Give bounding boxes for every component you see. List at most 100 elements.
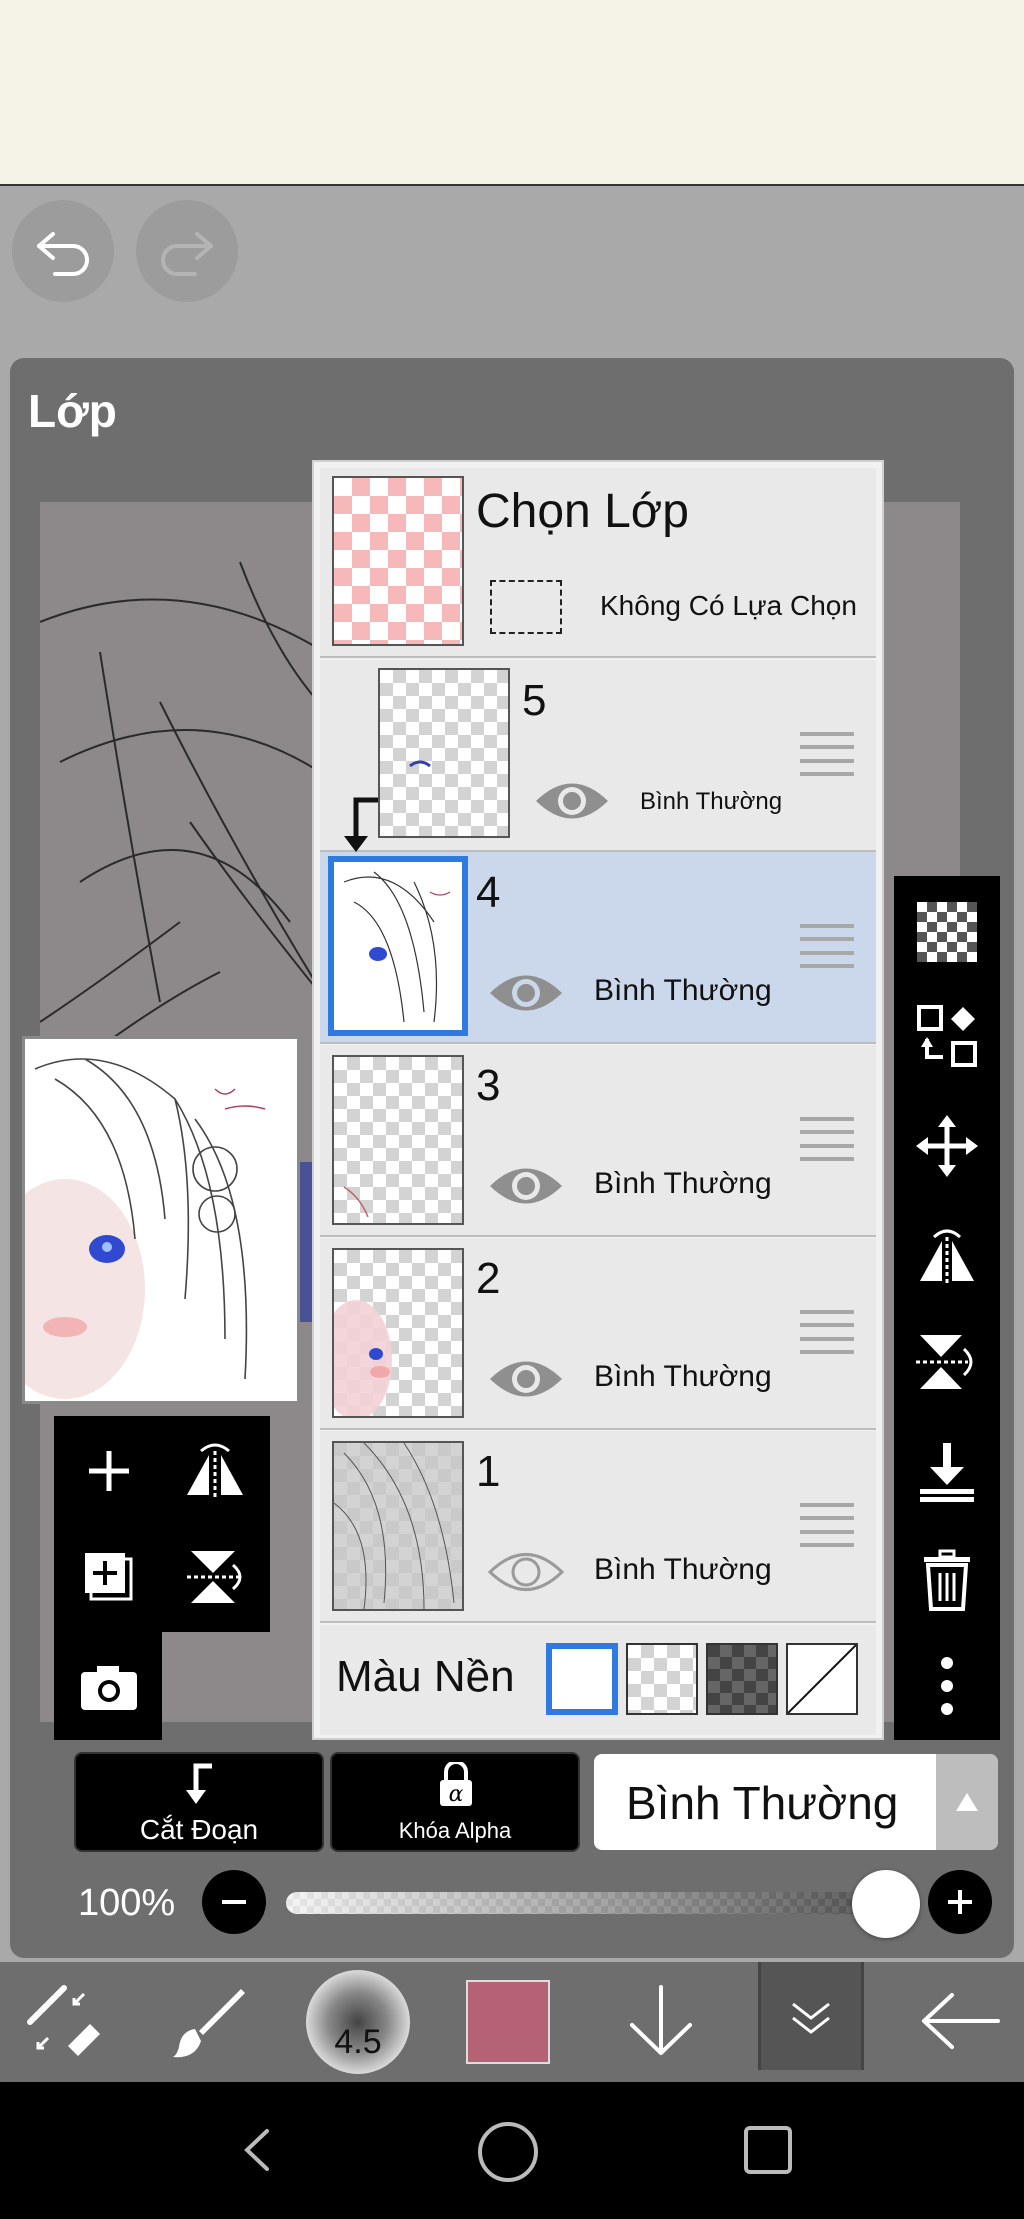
nav-back-button[interactable] [226, 2110, 286, 2190]
nav-home-button[interactable] [478, 2122, 538, 2182]
brush-size-button[interactable]: 4.5 [306, 1970, 410, 2074]
background-none-swatch[interactable] [786, 1643, 858, 1715]
delete-layer-button[interactable] [894, 1528, 1000, 1632]
brush-tool-button[interactable] [164, 1976, 254, 2066]
layer-row-3[interactable]: 3 Bình Thường [320, 1045, 876, 1237]
layer-row-2[interactable]: 2 Bình Thường [320, 1238, 876, 1430]
flip-vertical-icon [187, 1551, 243, 1603]
selection-layer-row[interactable]: Chọn Lớp Không Có Lựa Chọn [320, 468, 876, 658]
selection-title: Chọn Lớp [476, 485, 689, 538]
opacity-increase-button[interactable] [928, 1870, 992, 1934]
panel-title: Lớp [28, 385, 117, 437]
blend-mode-value: Bình Thường [626, 1777, 899, 1829]
redo-button[interactable] [136, 200, 238, 302]
color-swatch-button[interactable] [466, 1980, 550, 2064]
drag-handle-icon[interactable] [800, 1117, 854, 1161]
visibility-eye-icon[interactable] [488, 1354, 564, 1404]
visibility-eye-icon[interactable] [488, 968, 564, 1018]
undo-button[interactable] [12, 200, 114, 302]
opacity-slider-thumb[interactable] [852, 1870, 920, 1938]
clipping-arrow-icon [344, 797, 378, 852]
reference-thumbnail[interactable] [22, 1036, 300, 1404]
layer-row-1[interactable]: 1 Bình Thường [320, 1431, 876, 1623]
layers-button[interactable] [758, 1962, 864, 2070]
layer-row-5[interactable]: 5 Bình Thường [320, 660, 876, 852]
background-transparent-swatch[interactable] [626, 1643, 698, 1715]
nav-back-icon [244, 2129, 269, 2171]
undo-icon [37, 232, 89, 276]
layer-blend-1: Bình Thường [594, 1553, 772, 1586]
reference-artwork [25, 1039, 297, 1401]
brush-icon [173, 1989, 245, 2058]
camera-button[interactable] [56, 1634, 162, 1740]
drag-handle-icon[interactable] [800, 1503, 854, 1547]
marquee-icon [490, 580, 562, 634]
drag-handle-icon[interactable] [800, 1310, 854, 1354]
checker-icon [917, 902, 977, 962]
svg-text:α: α [449, 1782, 464, 1807]
drag-handle-icon[interactable] [800, 732, 854, 776]
clipping-button[interactable]: Cắt Đoạn [74, 1752, 324, 1852]
arrow-left-icon [922, 1993, 1000, 2049]
layer-number-2: 2 [476, 1254, 501, 1303]
flip-horizontal-button[interactable] [162, 1418, 268, 1524]
redo-icon [161, 232, 213, 276]
layer-thumbnail-3 [332, 1055, 464, 1225]
flip-horizontal-icon [187, 1443, 243, 1499]
plus-icon [89, 1451, 129, 1491]
lock-alpha-icon: α [440, 1762, 472, 1807]
transform-icon [917, 1005, 977, 1067]
add-copy-layer-button[interactable] [56, 1524, 162, 1630]
visibility-eye-icon[interactable] [534, 776, 610, 826]
clipping-arrow-icon [186, 1763, 212, 1804]
flip-vertical-button[interactable] [162, 1524, 268, 1630]
select-transform-icon [27, 1985, 100, 2056]
minus-icon [222, 1900, 246, 1904]
flip-horizontal-icon [920, 1229, 974, 1285]
opacity-decrease-button[interactable] [202, 1870, 266, 1934]
alpha-lock-label: Khóa Alpha [398, 1818, 512, 1843]
blend-mode-select[interactable]: Bình Thường [594, 1754, 998, 1850]
selection-thumbnail [332, 476, 464, 646]
top-bar [0, 0, 1024, 186]
download-button[interactable] [616, 1976, 706, 2066]
copy-layer-icon [85, 1553, 133, 1601]
camera-icon [81, 1666, 137, 1710]
layer-blend-3: Bình Thường [594, 1167, 772, 1200]
more-vertical-icon [941, 1657, 953, 1715]
transform-layer-button[interactable] [894, 984, 1000, 1088]
flip-layer-horizontal-button[interactable] [894, 1204, 1000, 1308]
layer-number-3: 3 [476, 1061, 501, 1110]
flip-layer-vertical-button[interactable] [894, 1310, 1000, 1414]
drag-handle-icon[interactable] [800, 924, 854, 968]
triangle-up-icon [956, 1793, 978, 1811]
opacity-track[interactable] [286, 1892, 886, 1914]
background-white-swatch[interactable] [546, 1643, 618, 1715]
more-options-button[interactable] [894, 1634, 1000, 1738]
merge-down-button[interactable] [894, 1420, 1000, 1524]
selection-tool-button[interactable] [18, 1976, 108, 2066]
layer-number-4: 4 [476, 868, 501, 917]
background-dark-checker-swatch[interactable] [706, 1643, 778, 1715]
add-layer-button[interactable] [56, 1418, 162, 1524]
visibility-eye-hidden-icon[interactable] [488, 1547, 564, 1597]
layer-thumbnail-5 [378, 668, 510, 838]
transparent-layer-button[interactable] [894, 880, 1000, 984]
layer-blend-4: Bình Thường [594, 974, 772, 1007]
layer-thumbnail-2 [332, 1248, 464, 1418]
clipping-label: Cắt Đoạn [139, 1814, 259, 1845]
trash-icon [924, 1549, 970, 1611]
move-button[interactable] [894, 1094, 1000, 1198]
alpha-lock-button[interactable]: α Khóa Alpha [330, 1752, 580, 1852]
layer-row-4[interactable]: 4 Bình Thường [320, 852, 876, 1044]
layer-number-1: 1 [476, 1447, 501, 1496]
layers-chevron-icon [792, 2002, 830, 2034]
layer-thumbnail-1 [332, 1441, 464, 1611]
visibility-eye-icon[interactable] [488, 1161, 564, 1211]
back-button[interactable] [910, 1976, 1010, 2066]
blend-mode-dropdown[interactable] [936, 1754, 998, 1850]
plus-icon [948, 1890, 972, 1914]
nav-recents-button[interactable] [744, 2126, 792, 2174]
selection-status: Không Có Lựa Chọn [600, 590, 857, 621]
layer-number-5: 5 [522, 676, 547, 725]
